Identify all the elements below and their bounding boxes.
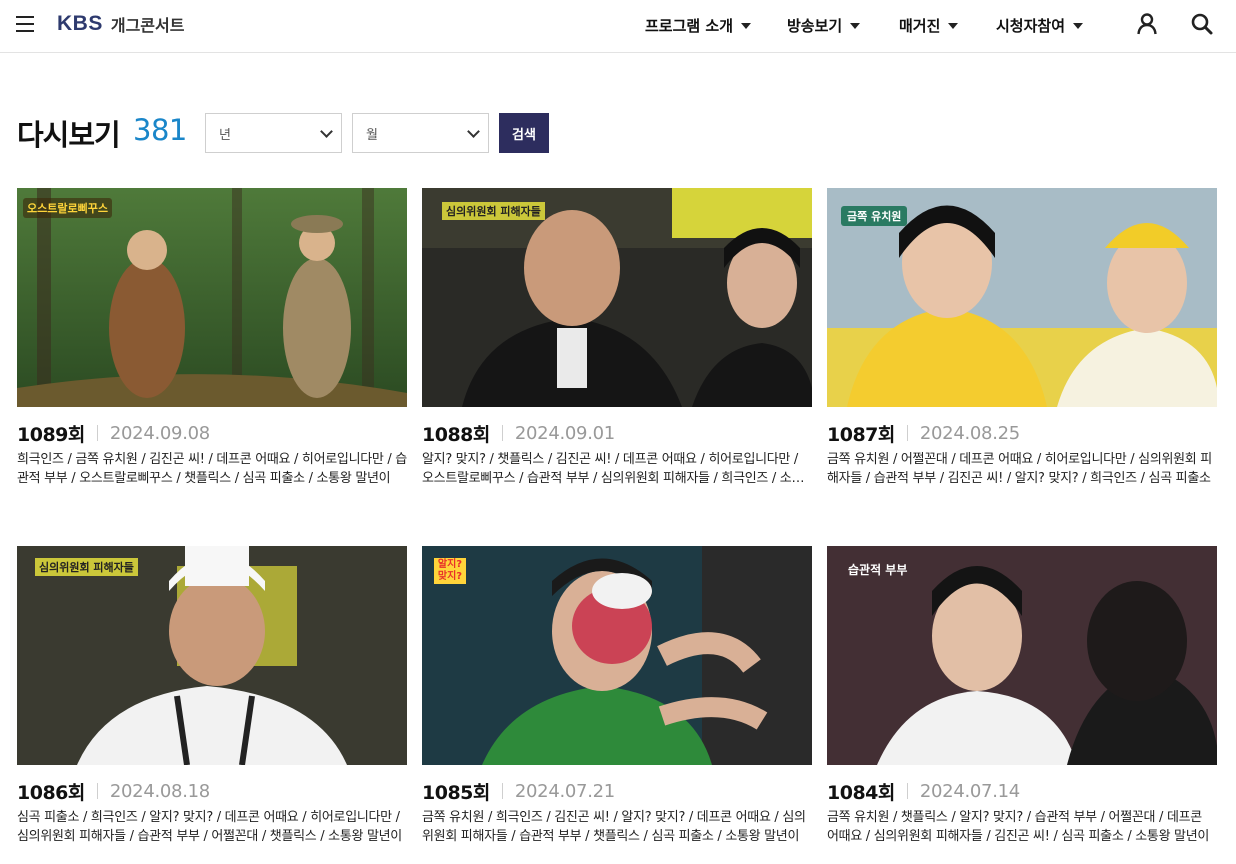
nav-label: 시청자참여	[996, 17, 1066, 35]
thumbnail-badge: 심의위원회 피해자들	[442, 202, 545, 220]
page-title: 다시보기	[17, 118, 121, 152]
episode-number: 1084회	[827, 781, 895, 804]
search-icon[interactable]	[1190, 12, 1214, 36]
search-button[interactable]: 검색	[499, 113, 549, 153]
divider	[96, 783, 98, 799]
episode-number: 1086회	[17, 781, 85, 804]
episode-meta: 1086회 2024.08.18	[17, 778, 210, 804]
caret-down-icon	[948, 22, 959, 29]
nav-label: 매거진	[899, 17, 941, 35]
episode-number: 1089회	[17, 423, 85, 446]
month-select[interactable]: 월	[352, 113, 489, 153]
thumbnail-badge: 알지? 맞지?	[434, 558, 466, 584]
episode-description: 금쪽 유치원 / 챗플릭스 / 알지? 맞지? / 습관적 부부 / 어쩔꼰대 …	[827, 810, 1210, 844]
user-icon[interactable]	[1135, 12, 1159, 36]
episode-description: 알지? 맞지? / 챗플릭스 / 김진곤 씨! / 데프콘 어때요 / 히어로입…	[422, 452, 804, 486]
episode-date: 2024.09.01	[514, 422, 615, 444]
episode-thumbnail[interactable]: 심의위원회 피해자들	[422, 188, 812, 407]
nav-viewer-participation[interactable]: 시청자참여	[996, 15, 1084, 36]
year-select-value: 년	[219, 127, 231, 143]
episode-thumbnail[interactable]: 오스트랄로삐꾸스	[17, 188, 407, 407]
episode-meta: 1089회 2024.09.08	[17, 420, 210, 446]
episode-number: 1085회	[422, 781, 490, 804]
caret-down-icon	[1073, 22, 1084, 29]
episode-thumbnail[interactable]: 알지? 맞지?	[422, 546, 812, 765]
episode-thumbnail[interactable]: 심의위원회 피해자들	[17, 546, 407, 765]
chevron-down-icon	[467, 125, 480, 138]
episode-description: 금쪽 유치원 / 희극인즈 / 김진곤 씨! / 알지? 맞지? / 데프콘 어…	[422, 810, 806, 844]
episode-date: 2024.07.21	[514, 780, 615, 802]
divider	[501, 425, 503, 441]
episode-meta: 1084회 2024.07.14	[827, 778, 1020, 804]
nav-program-intro[interactable]: 프로그램 소개	[645, 15, 752, 36]
chevron-down-icon	[320, 125, 333, 138]
episode-meta: 1087회 2024.08.25	[827, 420, 1020, 446]
episode-date: 2024.07.14	[919, 780, 1020, 802]
thumbnail-badge: 습관적 부부	[848, 563, 908, 577]
month-select-value: 월	[366, 127, 378, 143]
episode-description: 희극인즈 / 금쪽 유치원 / 김진곤 씨! / 데프콘 어때요 / 히어로입니…	[17, 452, 407, 486]
result-count: 381	[133, 113, 187, 147]
episode-meta: 1085회 2024.07.21	[422, 778, 615, 804]
nav-magazine[interactable]: 매거진	[899, 15, 959, 36]
thumbnail-badge: 금쪽 유치원	[841, 206, 908, 226]
nav-label: 프로그램 소개	[645, 17, 734, 35]
episode-date: 2024.09.08	[109, 422, 210, 444]
divider	[906, 783, 908, 799]
episode-number: 1087회	[827, 423, 895, 446]
caret-down-icon	[741, 22, 752, 29]
menu-icon[interactable]	[16, 15, 34, 32]
episode-date: 2024.08.18	[109, 780, 210, 802]
nav-label: 방송보기	[787, 17, 843, 35]
episode-thumbnail[interactable]: 금쪽 유치원	[827, 188, 1217, 407]
thumbnail-badge: 오스트랄로삐꾸스	[23, 198, 112, 218]
kbs-logo: KBS	[57, 12, 103, 35]
episode-description: 금쪽 유치원 / 어쩔꼰대 / 데프콘 어때요 / 히어로입니다만 / 심의위원…	[827, 452, 1212, 486]
divider	[906, 425, 908, 441]
episode-description: 심곡 피출소 / 희극인즈 / 알지? 맞지? / 데프콘 어때요 / 히어로입…	[17, 810, 402, 844]
episode-number: 1088회	[422, 423, 490, 446]
nav-watch[interactable]: 방송보기	[787, 15, 861, 36]
caret-down-icon	[850, 22, 861, 29]
divider	[501, 783, 503, 799]
program-name: 개그콘서트	[110, 16, 185, 35]
divider	[96, 425, 98, 441]
thumbnail-badge: 심의위원회 피해자들	[35, 558, 138, 576]
brand-logo[interactable]: KBS 개그콘서트	[57, 12, 184, 36]
episode-date: 2024.08.25	[919, 422, 1020, 444]
episode-thumbnail[interactable]: 습관적 부부	[827, 546, 1217, 765]
site-header: KBS 개그콘서트 프로그램 소개 방송보기 매거진 시청자참여	[0, 0, 1236, 53]
year-select[interactable]: 년	[205, 113, 342, 153]
episode-meta: 1088회 2024.09.01	[422, 420, 615, 446]
